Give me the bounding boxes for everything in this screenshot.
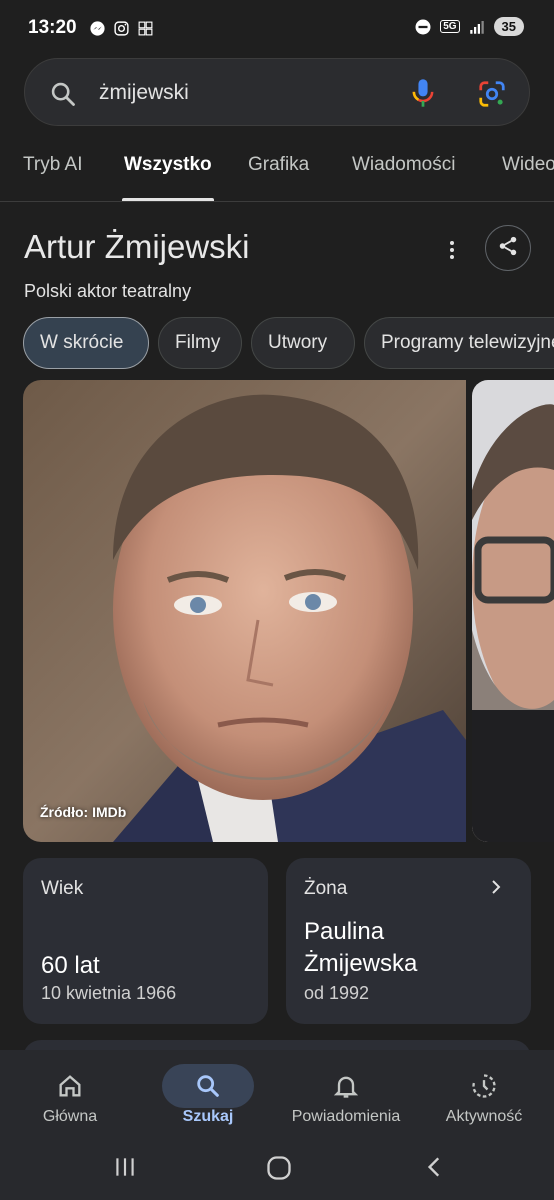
system-navigation-bar xyxy=(0,1140,554,1200)
instagram-icon xyxy=(112,19,130,37)
spouse-label: Żona xyxy=(304,878,348,899)
search-icon xyxy=(162,1064,254,1108)
nav-search-label: Szukaj xyxy=(182,1108,234,1125)
chip-works[interactable]: Utwory xyxy=(251,317,355,369)
person-photo-main[interactable] xyxy=(23,380,466,842)
nav-notifications[interactable]: Powiadomienia xyxy=(276,1050,416,1140)
recent-apps-icon[interactable] xyxy=(112,1154,138,1185)
bell-icon xyxy=(300,1064,392,1108)
battery-indicator: 35 xyxy=(493,17,524,36)
more-options-icon[interactable] xyxy=(440,238,464,267)
spouse-name-first: Paulina xyxy=(304,918,385,945)
birth-date: 10 kwietnia 1966 xyxy=(41,983,177,1003)
tab-images[interactable]: Grafika xyxy=(248,154,309,176)
system-status-icons: 5G 35 xyxy=(414,17,524,36)
chip-films[interactable]: Filmy xyxy=(158,317,242,369)
nav-notifications-label: Powiadomienia xyxy=(291,1108,401,1125)
age-label: Wiek xyxy=(41,878,84,899)
knowledge-panel-chips: W skrócie Filmy Utwory Programy telewizy… xyxy=(0,317,554,371)
microphone-icon[interactable] xyxy=(409,77,437,114)
knowledge-panel-title: Artur Żmijewski xyxy=(24,228,250,265)
signal-icon xyxy=(468,18,486,36)
search-bar[interactable]: żmijewski xyxy=(24,58,530,126)
status-bar: 13:20 5G 35 xyxy=(0,0,554,56)
age-value: 60 lat xyxy=(41,952,100,979)
google-lens-icon[interactable] xyxy=(477,79,507,114)
windows-icon xyxy=(136,19,154,37)
search-icon xyxy=(49,80,77,113)
search-input[interactable]: żmijewski xyxy=(99,81,189,105)
photo-source-label[interactable]: Źródło: IMDb xyxy=(40,804,126,820)
spouse-card[interactable]: Żona Paulina Żmijewska od 1992 xyxy=(286,858,531,1024)
messenger-icon xyxy=(88,19,106,37)
active-tab-indicator xyxy=(122,198,214,201)
share-button[interactable] xyxy=(485,225,531,271)
history-icon xyxy=(438,1064,530,1108)
nav-home-label: Główna xyxy=(42,1108,98,1125)
person-photo-secondary[interactable] xyxy=(472,380,554,842)
knowledge-panel-subtitle: Polski aktor teatralny xyxy=(24,281,192,301)
nav-activity-label: Aktywność xyxy=(445,1108,523,1125)
nav-search[interactable]: Szukaj xyxy=(138,1050,278,1140)
notification-icons xyxy=(88,19,154,37)
spouse-name-last: Żmijewska xyxy=(304,950,418,977)
tab-ai-mode[interactable]: Tryb AI xyxy=(23,154,82,176)
back-icon[interactable] xyxy=(422,1154,448,1185)
search-tabs: Tryb AI Wszystko Grafika Wiadomości Wide… xyxy=(0,138,554,202)
home-button-icon[interactable] xyxy=(265,1154,293,1187)
nav-activity[interactable]: Aktywność xyxy=(414,1050,554,1140)
bottom-navigation: Główna Szukaj Powiadomienia Aktywność xyxy=(0,1050,554,1140)
nav-home[interactable]: Główna xyxy=(0,1050,140,1140)
chip-overview[interactable]: W skrócie xyxy=(23,317,149,369)
tab-news[interactable]: Wiadomości xyxy=(352,154,455,176)
do-not-disturb-icon xyxy=(414,18,432,36)
share-icon xyxy=(497,235,519,262)
status-time: 13:20 xyxy=(28,17,77,38)
marriage-date: od 1992 xyxy=(304,983,370,1003)
network-type-icon: 5G xyxy=(440,20,460,33)
age-card[interactable]: Wiek 60 lat 10 kwietnia 1966 xyxy=(23,858,268,1024)
home-icon xyxy=(24,1064,116,1108)
tab-videos[interactable]: Wideo xyxy=(502,154,554,176)
tab-all[interactable]: Wszystko xyxy=(124,154,212,176)
chevron-right-icon xyxy=(487,878,505,901)
chip-tv-shows[interactable]: Programy telewizyjne xyxy=(364,317,554,369)
